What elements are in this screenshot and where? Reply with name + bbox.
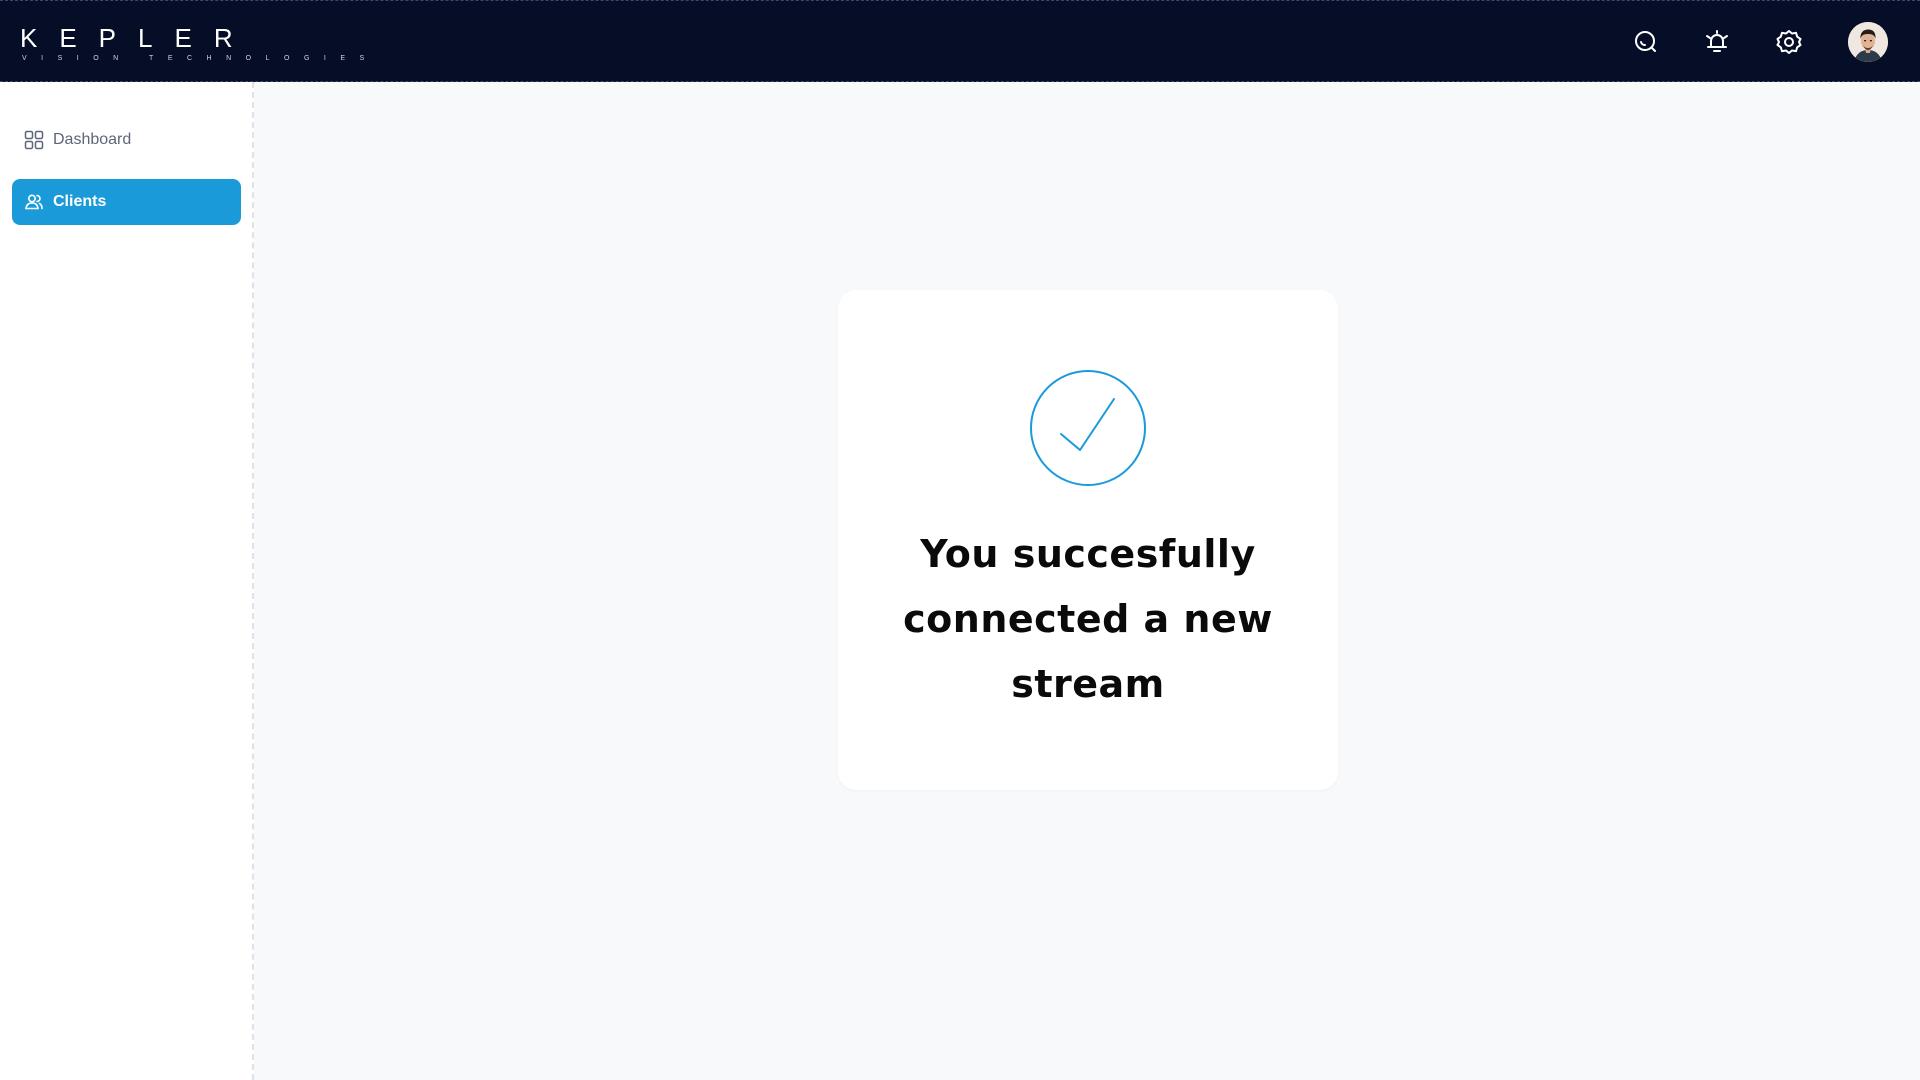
logo-tagline: VISION TECHNOLOGIES	[22, 55, 379, 62]
sidebar: Dashboard Clients	[0, 82, 254, 1080]
checkmark-circle-icon	[1028, 368, 1148, 488]
success-card: You succesfully connected a new stream	[838, 290, 1338, 790]
gear-icon[interactable]	[1774, 27, 1804, 57]
sidebar-item-label: Dashboard	[53, 131, 132, 148]
top-navigation-bar: KEPLER VISION TECHNOLOGIES	[0, 0, 1920, 82]
success-message: You succesfully connected a new stream	[903, 532, 1273, 706]
user-avatar[interactable]	[1848, 22, 1888, 62]
sidebar-item-label: Clients	[53, 193, 107, 210]
avatar-portrait-icon	[1848, 22, 1888, 62]
kepler-logo[interactable]: KEPLER VISION TECHNOLOGIES	[20, 25, 379, 63]
logo-wordmark: KEPLER	[20, 23, 255, 53]
alarm-bell-icon[interactable]	[1702, 27, 1732, 57]
search-icon[interactable]	[1631, 27, 1661, 57]
grid-icon	[24, 130, 44, 150]
sidebar-item-dashboard[interactable]: Dashboard	[12, 117, 241, 163]
sidebar-item-clients[interactable]: Clients	[12, 179, 241, 225]
users-icon	[25, 194, 43, 210]
